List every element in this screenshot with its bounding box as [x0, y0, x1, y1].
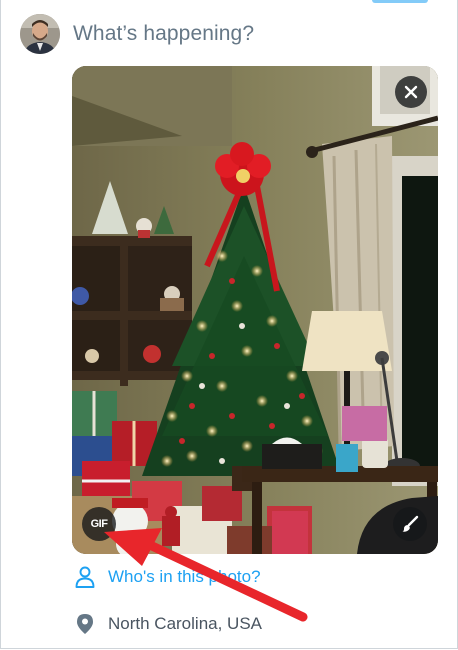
location-label[interactable]: North Carolina, USA — [108, 614, 262, 634]
avatar-photo — [20, 14, 60, 54]
compose-input[interactable]: What’s happening? — [73, 22, 254, 46]
tag-people-label[interactable]: Who's in this photo? — [108, 567, 261, 587]
tag-people-row[interactable]: Who's in this photo? — [74, 565, 261, 589]
gif-button[interactable]: GIF — [82, 507, 116, 541]
avatar[interactable] — [20, 14, 60, 54]
christmas-tree-photo — [72, 66, 438, 554]
attached-photo[interactable]: GIF — [72, 66, 438, 554]
tweet-button-edge[interactable] — [372, 0, 428, 3]
edit-photo-button[interactable] — [393, 507, 427, 541]
remove-photo-button[interactable] — [395, 76, 427, 108]
gif-badge-label: GIF — [90, 518, 108, 530]
paintbrush-icon — [402, 515, 419, 532]
location-row[interactable]: North Carolina, USA — [74, 612, 262, 636]
close-icon — [404, 85, 418, 99]
location-pin-icon — [74, 612, 96, 636]
person-outline-icon — [74, 565, 96, 589]
